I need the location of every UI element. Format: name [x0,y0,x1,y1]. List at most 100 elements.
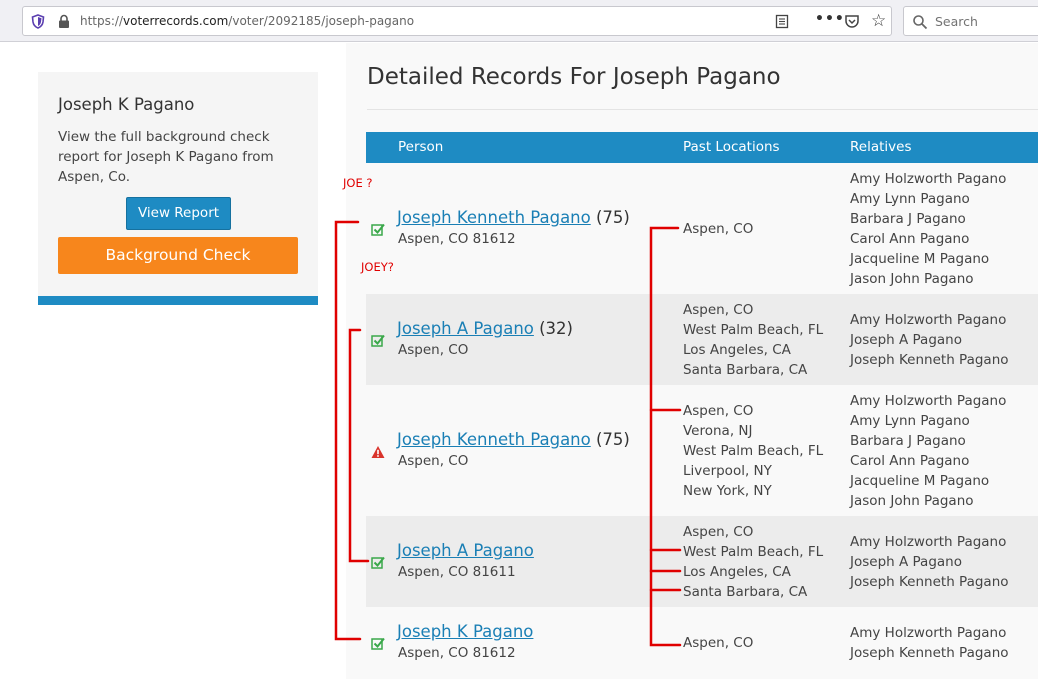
location-item: Los Angeles, CA [683,342,791,358]
relative-item: Joseph A Pagano [850,332,962,348]
browser-toolbar: https://voterrecords.com/voter/2092185/j… [0,0,1038,42]
person-name-link[interactable]: Joseph A Pagano [397,319,534,338]
table-header: Person Past Locations Relatives [366,132,1038,163]
relatives-list: Amy Holzworth Pagano Joseph A Pagano Jos… [850,532,1009,592]
past-locations-list: Aspen, CO West Palm Beach, FL Los Angele… [683,522,823,602]
location-item: Aspen, CO [683,302,754,318]
location-item: Santa Barbara, CA [683,362,808,378]
person-name: Joseph Kenneth Pagano (75) [397,208,630,227]
person-name-link[interactable]: Joseph K Pagano [397,622,533,641]
verified-check-icon [371,223,385,236]
sidebar-card: Joseph K Pagano View the full background… [38,72,318,305]
past-locations-list: Aspen, CO [683,633,753,653]
records-panel: Detailed Records For Joseph Pagano Perso… [346,43,1038,679]
column-header-relatives: Relatives [850,139,912,155]
relative-item: Carol Ann Pagano [850,231,970,247]
location-item: Verona, NJ [683,423,753,439]
past-locations-list: Aspen, CO Verona, NJ West Palm Beach, FL… [683,401,823,501]
location-item: Los Angeles, CA [683,564,791,580]
tracking-shield-icon[interactable] [31,14,45,29]
relative-item: Joseph Kenneth Pagano [850,574,1009,590]
person-name-link[interactable]: Joseph Kenneth Pagano [397,430,591,449]
address-bar[interactable]: https://voterrecords.com/voter/2092185/j… [22,6,892,36]
search-icon [913,15,928,30]
relatives-list: Amy Holzworth Pagano Joseph A Pagano Jos… [850,310,1009,370]
search-box[interactable]: Search [903,6,1038,36]
relative-item: Amy Holzworth Pagano [850,393,1007,409]
relatives-list: Amy Holzworth Pagano Joseph Kenneth Paga… [850,623,1009,663]
bookmark-star-icon[interactable]: ☆ [871,11,886,31]
person-address: Aspen, CO [398,453,469,469]
view-report-button[interactable]: View Report [126,197,231,230]
location-item: Aspen, CO [683,635,754,651]
sidebar-accent-bar [38,296,318,305]
person-address: Aspen, CO 81611 [398,564,516,580]
sidebar-person-name: Joseph K Pagano [58,95,195,114]
relative-item: Jacqueline M Pagano [850,251,990,267]
relative-item: Carol Ann Pagano [850,453,970,469]
verified-check-icon [371,334,385,347]
background-check-button[interactable]: Background Check [58,237,298,274]
relative-item: Joseph Kenneth Pagano [850,352,1009,368]
relative-item: Amy Holzworth Pagano [850,312,1007,328]
relatives-list: Amy Holzworth Pagano Amy Lynn Pagano Bar… [850,169,1006,289]
table-row: Joseph A Pagano (32) Aspen, CO Aspen, CO… [366,294,1038,385]
relative-item: Amy Lynn Pagano [850,191,970,207]
pocket-icon[interactable] [844,14,860,29]
table-row: Joseph A Pagano Aspen, CO 81611 Aspen, C… [366,516,1038,607]
location-item: West Palm Beach, FL [683,322,824,338]
url-domain: voterrecords.com [123,14,229,28]
url-scheme: https:// [80,14,124,28]
location-item: Liverpool, NY [683,463,772,479]
person-name-link[interactable]: Joseph A Pagano [397,541,534,560]
person-name: Joseph A Pagano [397,541,534,560]
annotation-joey: JOEY? [361,260,394,274]
person-name-link[interactable]: Joseph Kenneth Pagano [397,208,591,227]
relative-item: Joseph Kenneth Pagano [850,645,1009,661]
annotation-joe: JOE ? [343,176,373,190]
relative-item: Amy Holzworth Pagano [850,171,1007,187]
table-row: Joseph Kenneth Pagano (75) Aspen, CO Asp… [366,385,1038,516]
column-header-person: Person [398,139,444,155]
table-row: Joseph K Pagano Aspen, CO 81612 Aspen, C… [366,607,1038,679]
lock-icon[interactable] [57,14,71,29]
column-header-past-locations: Past Locations [683,139,780,155]
title-divider [367,109,1038,110]
table-row: Joseph Kenneth Pagano (75) Aspen, CO 816… [366,163,1038,294]
reader-view-icon[interactable] [775,14,789,29]
location-item: Aspen, CO [683,524,754,540]
relative-item: Jason John Pagano [850,493,974,509]
person-name: Joseph A Pagano (32) [397,319,573,338]
location-item: Santa Barbara, CA [683,584,808,600]
sidebar-description: View the full background check report fo… [58,129,274,185]
page-title: Detailed Records For Joseph Pagano [367,64,781,90]
person-age: (75) [595,208,630,227]
relative-item: Joseph A Pagano [850,554,962,570]
verified-check-icon [371,637,385,650]
page-actions-menu-icon[interactable]: ••• [815,11,845,27]
location-item: Aspen, CO [683,221,754,237]
url-text[interactable]: https://voterrecords.com/voter/2092185/j… [80,14,414,28]
relative-item: Jacqueline M Pagano [850,473,990,489]
relative-item: Amy Holzworth Pagano [850,625,1007,641]
relatives-list: Amy Holzworth Pagano Amy Lynn Pagano Bar… [850,391,1006,511]
person-address: Aspen, CO [398,342,469,358]
person-name: Joseph Kenneth Pagano (75) [397,430,630,449]
relative-item: Amy Holzworth Pagano [850,534,1007,550]
location-item: Aspen, CO [683,403,754,419]
page-content: Joseph K Pagano View the full background… [0,43,1038,679]
past-locations-list: Aspen, CO West Palm Beach, FL Los Angele… [683,300,823,380]
warning-icon [371,446,385,458]
location-item: West Palm Beach, FL [683,544,824,560]
person-age: (75) [595,430,630,449]
relative-item: Amy Lynn Pagano [850,413,970,429]
location-item: New York, NY [683,483,772,499]
relative-item: Barbara J Pagano [850,211,966,227]
person-address: Aspen, CO 81612 [398,645,516,661]
person-name: Joseph K Pagano [397,622,533,641]
relative-item: Jason John Pagano [850,271,974,287]
person-age: (32) [539,319,573,338]
url-path: /voter/2092185/joseph-pagano [228,14,415,28]
search-placeholder: Search [935,14,978,29]
location-item: West Palm Beach, FL [683,443,824,459]
